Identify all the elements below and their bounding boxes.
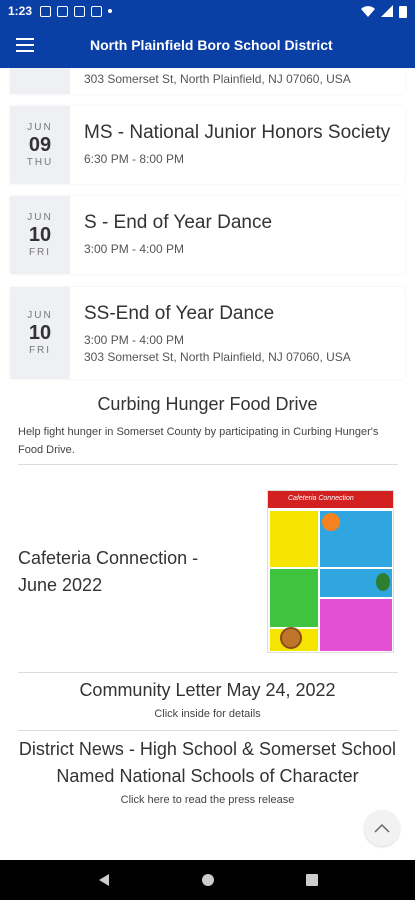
news-title: Curbing Hunger Food Drive xyxy=(97,394,318,414)
event-card[interactable]: JUN 10 FRI S - End of Year Dance 3:00 PM… xyxy=(10,196,405,274)
orange-icon xyxy=(322,513,340,531)
wifi-icon xyxy=(361,6,375,17)
event-month: JUN xyxy=(27,122,53,133)
news-item-food-drive[interactable]: Curbing Hunger Food Drive xyxy=(0,394,415,415)
event-weekday: FRI xyxy=(28,345,52,356)
divider xyxy=(18,730,398,731)
notification-icon xyxy=(91,5,103,17)
hamburger-icon xyxy=(16,38,34,52)
content-scroll[interactable]: 303 Somerset St, North Plainfield, NJ 07… xyxy=(0,68,415,860)
event-weekday: THU xyxy=(26,157,54,168)
app-title: North Plainfield Boro School District xyxy=(90,37,333,53)
divider xyxy=(18,464,398,465)
chevron-up-icon xyxy=(374,823,390,833)
news-item-community-letter[interactable]: Community Letter May 24, 2022 Click insi… xyxy=(0,680,415,720)
newsletter-panel xyxy=(270,569,318,627)
event-location: 303 Somerset St, North Plainfield, NJ 07… xyxy=(84,350,351,364)
event-month: JUN xyxy=(27,212,53,223)
menu-button[interactable] xyxy=(0,22,50,68)
signal-icon xyxy=(381,5,393,17)
event-location: 303 Somerset St, North Plainfield, NJ 07… xyxy=(84,72,351,86)
notification-icon xyxy=(74,5,86,17)
event-weekday: FRI xyxy=(28,247,52,258)
event-day: 10 xyxy=(28,322,52,344)
event-date: JUN 09 THU xyxy=(10,106,70,184)
event-month: JUN xyxy=(27,310,53,321)
event-time: 6:30 PM - 8:00 PM xyxy=(84,152,185,166)
news-item-district[interactable]: District News - High School & Somerset S… xyxy=(0,736,415,806)
system-nav-bar xyxy=(0,860,415,900)
event-card[interactable]: JUN 09 THU MS - National Junior Honors S… xyxy=(10,106,405,184)
news-title-cafeteria[interactable]: Cafeteria Connection - June 2022 xyxy=(18,545,238,599)
status-time: 1:23 xyxy=(8,4,33,18)
event-date: JUN 10 FRI xyxy=(10,287,70,379)
more-notifications-icon xyxy=(108,9,113,13)
event-title: MS - National Junior Honors Society xyxy=(84,122,391,143)
newsletter-panel xyxy=(270,511,318,567)
app-bar: North Plainfield Boro School District xyxy=(0,22,415,68)
notification-icon xyxy=(40,5,52,17)
event-date xyxy=(10,68,70,94)
newsletter-header: Cafeteria Connection xyxy=(268,491,393,508)
pizza-icon xyxy=(280,627,302,649)
cafeteria-newsletter-image[interactable]: Cafeteria Connection xyxy=(267,490,394,653)
news-title: District News - High School & Somerset S… xyxy=(18,739,397,786)
event-time: 3:00 PM - 4:00 PM xyxy=(84,333,185,347)
back-icon[interactable] xyxy=(97,873,111,887)
recents-icon[interactable] xyxy=(305,873,319,887)
event-title: S - End of Year Dance xyxy=(84,212,273,233)
event-day: 10 xyxy=(28,224,52,246)
broccoli-icon xyxy=(376,573,390,591)
news-subtitle: Click here to read the press release xyxy=(120,794,295,806)
scroll-to-top-button[interactable] xyxy=(364,810,400,846)
battery-icon xyxy=(399,5,407,18)
event-day: 09 xyxy=(28,134,52,156)
event-card[interactable]: 303 Somerset St, North Plainfield, NJ 07… xyxy=(10,68,405,94)
divider xyxy=(18,672,398,673)
event-title: SS-End of Year Dance xyxy=(84,303,275,324)
event-date: JUN 10 FRI xyxy=(10,196,70,274)
status-bar: 1:23 xyxy=(0,0,415,22)
event-card[interactable]: JUN 10 FRI SS-End of Year Dance 3:00 PM … xyxy=(10,287,405,379)
home-icon[interactable] xyxy=(201,873,215,887)
newsletter-panel xyxy=(320,599,392,651)
news-subtitle: Click inside for details xyxy=(154,708,261,720)
notification-icon xyxy=(57,5,69,17)
event-time: 3:00 PM - 4:00 PM xyxy=(84,242,185,256)
news-title: Community Letter May 24, 2022 xyxy=(79,680,336,700)
news-body: Help fight hunger in Somerset County by … xyxy=(18,426,379,456)
